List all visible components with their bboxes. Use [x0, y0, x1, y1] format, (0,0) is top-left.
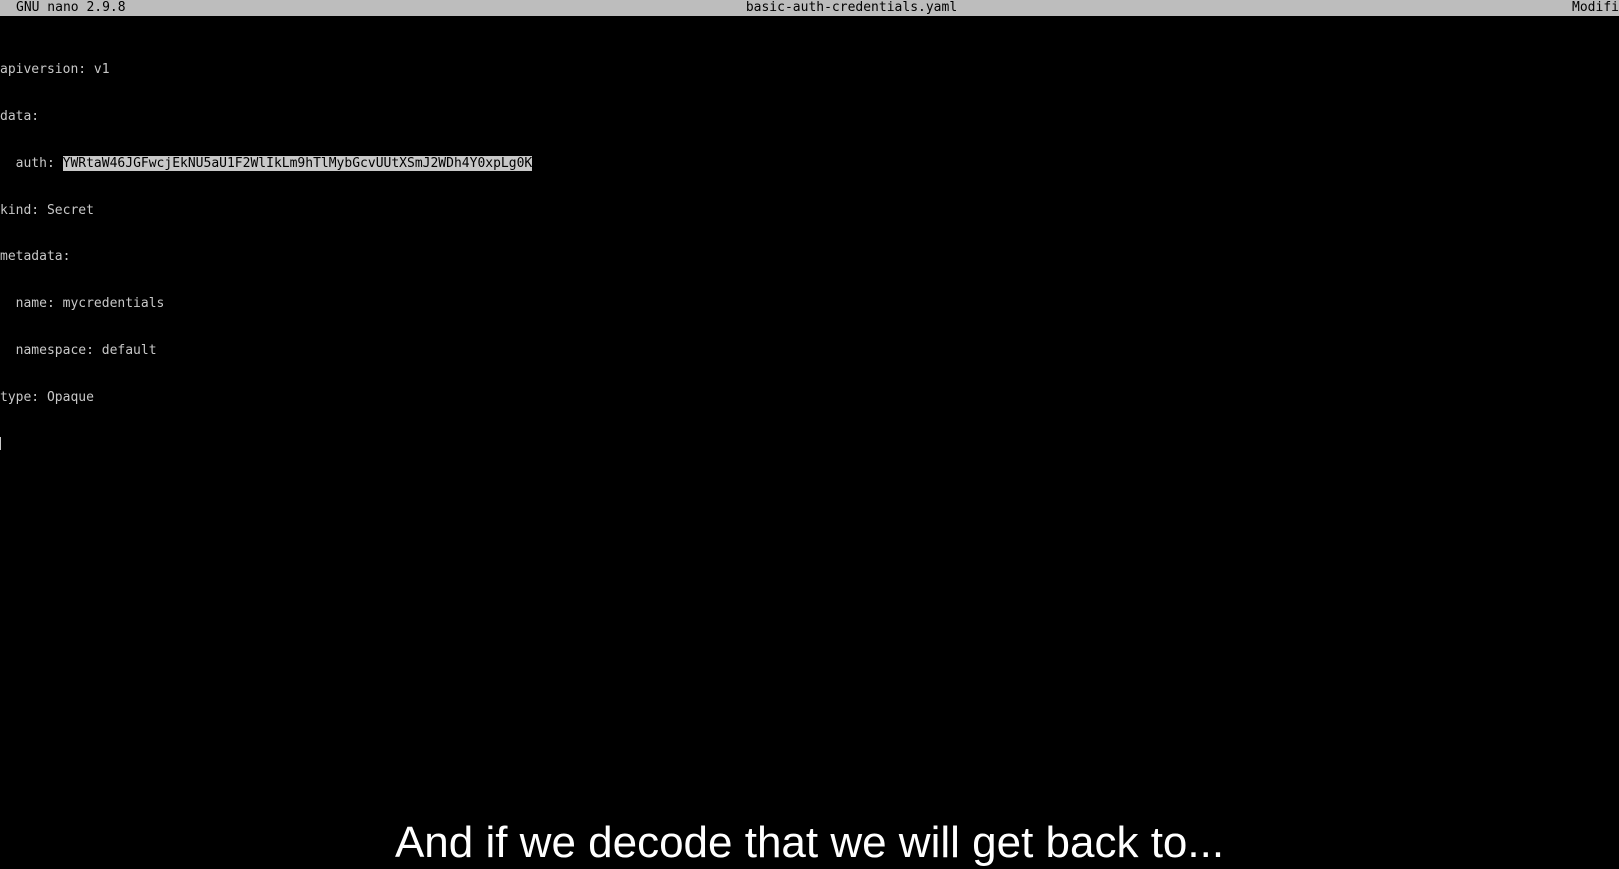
editor-line[interactable]: kind: Secret	[0, 203, 532, 219]
editor-text-area[interactable]: apiversion: v1 data: auth: YWRtaW46JGFwc…	[0, 31, 533, 483]
editor-line[interactable]: type: Opaque	[0, 390, 532, 406]
video-subtitle: And if we decode that we will get back t…	[394, 818, 1225, 867]
editor-line[interactable]: data:	[0, 109, 532, 125]
i-beam-cursor-icon	[157, 63, 162, 77]
text-cursor-icon	[0, 437, 1, 451]
selected-auth-value[interactable]: YWRtaW46JGFwcjEkNU5aU1F2WlIkLm9hTlMybGcv…	[62, 155, 533, 171]
terminal-window: GNU nano 2.9.8 basic-auth-credentials.ya…	[0, 0, 1619, 869]
nano-title-bar: GNU nano 2.9.8 basic-auth-credentials.ya…	[0, 0, 1619, 16]
file-name: basic-auth-credentials.yaml	[745, 0, 958, 15]
editor-line[interactable]: name: mycredentials	[0, 296, 532, 312]
editor-line[interactable]: namespace: default	[0, 343, 532, 359]
editor-line[interactable]: metadata:	[0, 249, 532, 265]
modified-status: Modifi	[1572, 0, 1619, 15]
editor-line[interactable]	[0, 436, 532, 452]
auth-key[interactable]: auth:	[0, 156, 63, 171]
editor-line[interactable]: auth: YWRtaW46JGFwcjEkNU5aU1F2WlIkLm9hTl…	[0, 155, 533, 172]
editor-line[interactable]: apiversion: v1	[0, 62, 532, 78]
